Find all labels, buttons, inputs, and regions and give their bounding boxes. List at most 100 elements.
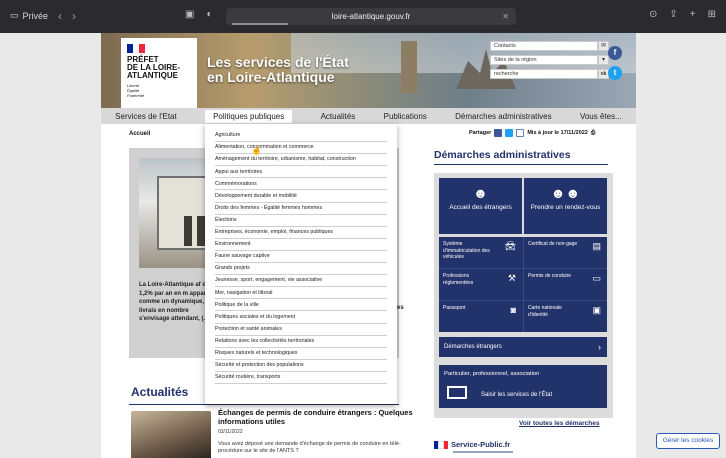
main-navigation: Services de l'Etat Politiques publiques …	[101, 108, 636, 124]
dropdown-item[interactable]: Sécurité routière, transports	[215, 372, 387, 384]
rendez-vous-tile[interactable]: ☻☻ Prendre un rendez-vous	[524, 178, 607, 234]
search-input[interactable]: recherche ok	[490, 69, 609, 79]
nav-actualites[interactable]: Actualités	[321, 112, 356, 121]
person-globe-icon: ☻	[473, 185, 488, 201]
back-icon[interactable]: ‹	[58, 10, 62, 22]
sites-select[interactable]: Sites de la région ▾	[490, 55, 609, 65]
logo-line-3: ATLANTIQUE	[127, 71, 178, 80]
id-card-icon: ▣	[592, 305, 601, 315]
contacts-link[interactable]: Contacts ✉	[490, 41, 609, 51]
service-public-label: Service-Public.fr	[451, 440, 511, 449]
download-icon[interactable]: ⊙	[649, 9, 657, 20]
banner-title: Les services de l'État en Loire-Atlantiq…	[207, 55, 349, 85]
header-tools: Contacts ✉ Sites de la région ▾ recherch…	[490, 41, 609, 83]
mail-icon[interactable]: ✉	[598, 41, 609, 51]
breadcrumb[interactable]: Accueil	[129, 131, 150, 137]
dropdown-item[interactable]: Développement durable et mobilité	[215, 190, 387, 203]
accueil-etrangers-tile[interactable]: ☻ Accueil des étrangers	[439, 178, 522, 234]
close-tab-icon[interactable]: ✕	[502, 8, 509, 25]
permis-tile[interactable]: Permis de conduire ▭	[524, 269, 606, 298]
nav-demarches[interactable]: Démarches administratives	[455, 112, 551, 121]
french-flag-icon	[434, 440, 448, 449]
envelope-icon	[447, 386, 467, 399]
banner-title-line-2: en Loire-Atlantique	[207, 69, 335, 85]
share-bar: Partager Mis à jour le 17/11/2022 ⎙	[469, 129, 595, 137]
dropdown-item[interactable]: Politique de la ville	[215, 299, 387, 312]
dropdown-item[interactable]: Élections	[215, 215, 387, 227]
dropdown-item[interactable]: Protection et santé animales	[215, 324, 387, 336]
loading-indicator	[232, 23, 288, 25]
siv-label: Système d'immatriculation des véhicules	[443, 241, 490, 260]
nav-publications[interactable]: Publications	[384, 112, 427, 121]
tab-overview-icon[interactable]: ⊞	[708, 9, 716, 20]
non-gage-label: Certificat de non-gage	[528, 241, 578, 247]
dropdown-item[interactable]: Environnement	[215, 239, 387, 251]
actualites-heading: Actualités	[131, 385, 189, 399]
facebook-share-icon[interactable]	[494, 129, 503, 137]
dropdown-item[interactable]: Jeunesse, sport, engagement, vie associa…	[215, 275, 387, 288]
dropdown-item[interactable]: Faune sauvage captive	[215, 251, 387, 264]
twitter-share-icon[interactable]	[505, 129, 514, 137]
chevron-down-icon[interactable]: ▾	[598, 55, 609, 65]
service-public-logo[interactable]: Service-Public.fr	[434, 440, 510, 449]
demarches-etrangers-label: Démarches étrangers	[444, 344, 502, 350]
new-tab-icon[interactable]: +	[690, 9, 696, 20]
page-viewport: PRÉFET DE LA LOIRE- ATLANTIQUE Liberté É…	[0, 33, 726, 458]
gavel-icon: ⚒	[507, 273, 516, 283]
passport-icon: ◙	[510, 305, 516, 315]
siv-tile[interactable]: Système d'immatriculation des véhicules …	[439, 237, 521, 266]
banner-tower	[401, 41, 417, 93]
saisir-services-tile[interactable]: Particulier, professionnel, association …	[439, 365, 607, 408]
photo-person	[197, 216, 205, 246]
dropdown-item[interactable]: Relations avec les collectivités territo…	[215, 336, 387, 348]
manage-cookies-button[interactable]: Gérer les cookies	[656, 433, 720, 449]
reader-icon[interactable]: ▣	[185, 9, 194, 20]
dropdown-item[interactable]: Alimentation, consommation et commerce	[215, 142, 387, 155]
dropdown-item[interactable]: Commémorations	[215, 178, 387, 191]
dropdown-item[interactable]: Aménagement du territoire, urbanisme, ha…	[215, 154, 387, 167]
nav-services-etat[interactable]: Services de l'Etat	[115, 112, 177, 121]
address-bar[interactable]: loire-atlantique.gouv.fr ✕	[226, 8, 516, 25]
private-label: Privée	[22, 10, 49, 21]
privacy-shield-icon[interactable]: ◐	[206, 9, 212, 20]
demarches-heading: Démarches administratives	[434, 149, 571, 161]
dropdown-item[interactable]: Entreprises, économie, emploi, finances …	[215, 227, 387, 239]
email-share-icon[interactable]	[516, 129, 525, 137]
search-placeholder: recherche	[494, 71, 519, 77]
saisir-intro: Particulier, professionnel, association	[444, 371, 540, 377]
forward-icon[interactable]: ›	[72, 10, 76, 22]
motto-fraternite: Fraternité	[127, 93, 145, 98]
accueil-etrangers-label: Accueil des étrangers	[449, 204, 512, 211]
share-icon[interactable]: ⇪	[669, 9, 677, 20]
dropdown-item[interactable]: Appui aux territoires	[215, 166, 387, 179]
dropdown-item[interactable]: Agriculture	[215, 130, 387, 143]
dropdown-item[interactable]: Droits des femmes - Égalité femmes homme…	[215, 203, 387, 215]
dropdown-item[interactable]: Sécurité et protection des populations	[215, 360, 387, 372]
print-icon[interactable]: ⎙	[591, 130, 595, 137]
twitter-icon[interactable]: t	[608, 66, 622, 80]
private-mode-indicator[interactable]: ▭ Privée	[10, 10, 48, 21]
url-text: loire-atlantique.gouv.fr	[331, 12, 411, 21]
cni-tile[interactable]: Carte nationale d'identité ▣	[524, 301, 606, 330]
nav-politiques-publiques[interactable]: Politiques publiques	[205, 109, 293, 123]
prefecture-logo[interactable]: PRÉFET DE LA LOIRE- ATLANTIQUE Liberté É…	[121, 38, 197, 108]
news-title[interactable]: Échanges de permis de conduire étrangers…	[218, 408, 413, 426]
passeport-tile[interactable]: Passeport ◙	[439, 301, 521, 330]
demarches-etrangers-link[interactable]: Démarches étrangers ›	[439, 337, 607, 357]
dropdown-item[interactable]: Politiques sociales et du logement	[215, 311, 387, 324]
cni-label: Carte nationale d'identité	[528, 305, 562, 318]
people-icon: ☻☻	[550, 185, 581, 201]
sidebar-icon[interactable]: ▭	[10, 10, 19, 21]
dropdown-item[interactable]: Grands projets	[215, 263, 387, 276]
professions-tile[interactable]: Professions réglementées ⚒	[439, 269, 521, 298]
voir-toutes-link[interactable]: Voir toutes les démarches	[519, 420, 599, 427]
saisir-label: Saisir les services de l'État	[481, 392, 553, 398]
nav-vous-etes[interactable]: Vous êtes...	[580, 112, 622, 121]
banner-title-line-1: Les services de l'État	[207, 54, 349, 70]
facebook-icon[interactable]: f	[608, 46, 622, 60]
dropdown-item[interactable]: Risques naturels et technologiques	[215, 348, 387, 360]
news-image[interactable]	[131, 411, 211, 458]
mouse-cursor-icon: ☝	[251, 145, 263, 155]
dropdown-item[interactable]: Mer, navigation et littoral	[215, 287, 387, 300]
non-gage-tile[interactable]: Certificat de non-gage ▤	[524, 237, 606, 266]
